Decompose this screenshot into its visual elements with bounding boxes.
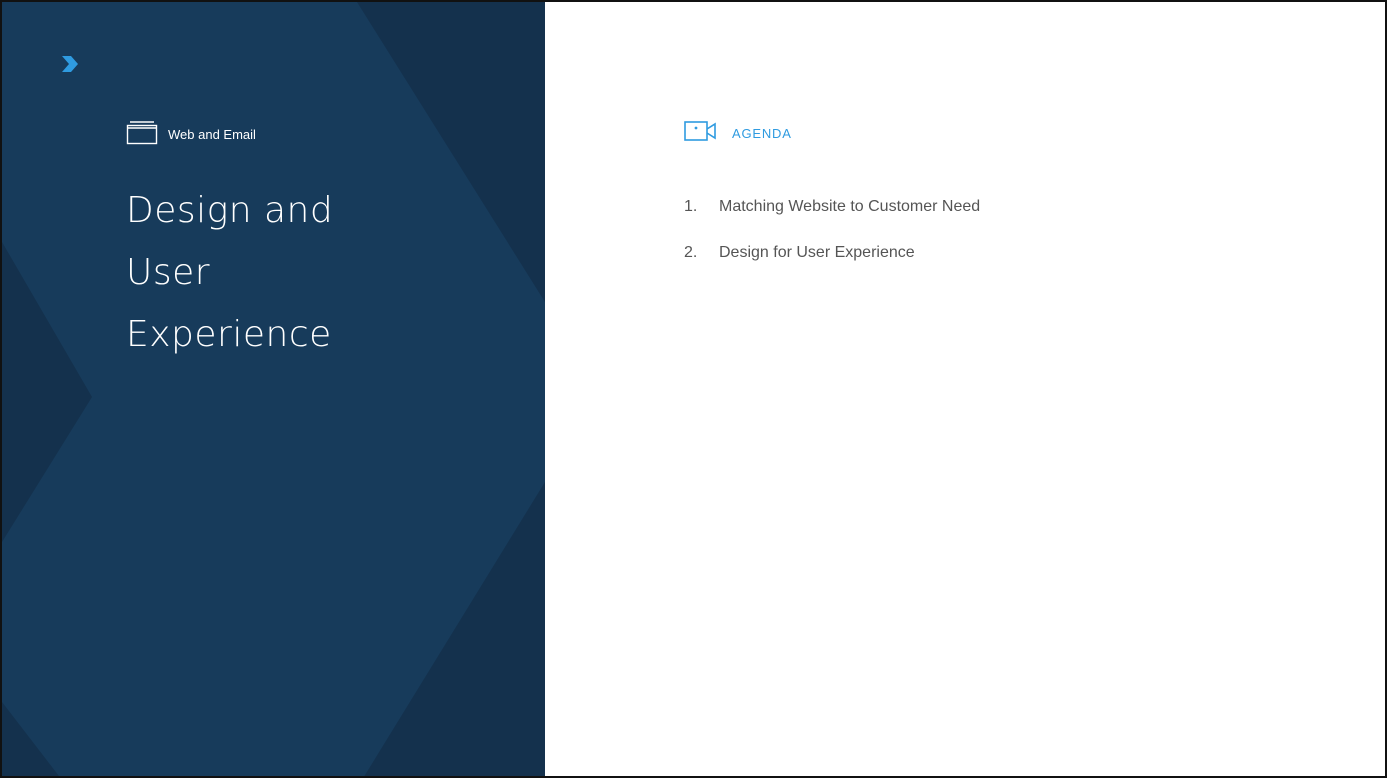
chevron-logo-icon	[60, 54, 80, 79]
agenda-item-number: 1.	[684, 198, 698, 215]
background-diamond-pattern	[2, 2, 545, 776]
agenda-item-text: Design for User Experience	[719, 244, 915, 261]
agenda-item: 1. Matching Website to Customer Need	[684, 198, 980, 244]
agenda-item: 2. Design for User Experience	[684, 244, 980, 290]
title-panel: Web and Email Design and User Experience	[2, 2, 545, 776]
title-line: Experience	[126, 314, 332, 355]
agenda-header: AGENDA	[684, 120, 792, 147]
folder-tab-icon	[126, 119, 158, 150]
agenda-item-text: Matching Website to Customer Need	[719, 198, 981, 215]
section-label: Web and Email	[168, 127, 256, 142]
title-line: User	[126, 252, 211, 293]
video-camera-icon	[684, 120, 720, 147]
agenda-list: 1. Matching Website to Customer Need 2. …	[684, 198, 980, 290]
agenda-label: AGENDA	[732, 126, 792, 141]
agenda-item-number: 2.	[684, 244, 698, 261]
slide: Web and Email Design and User Experience…	[0, 0, 1387, 778]
slide-title: Design and User Experience	[126, 180, 506, 366]
title-line: Design and	[126, 190, 334, 231]
section-header: Web and Email	[126, 119, 256, 150]
